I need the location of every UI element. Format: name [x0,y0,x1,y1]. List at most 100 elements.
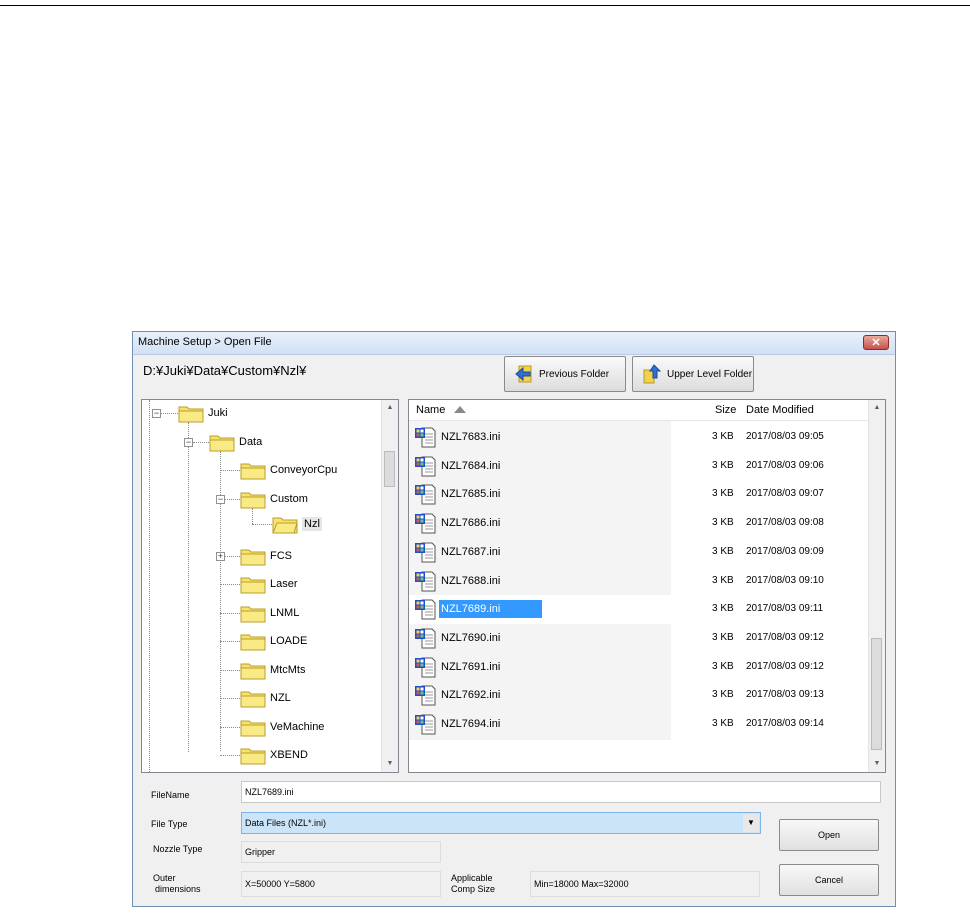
nozzle-type-label: Nozzle Type [153,844,203,854]
file-date: 2017/08/03 09:12 [746,631,824,643]
file-row[interactable]: NZL7684.ini 3 KB 2017/08/03 09:06 [409,452,869,481]
file-list[interactable]: Name Size Date Modified NZL7683.ini 3 KB 2… [408,399,886,773]
outer-dimensions-value: X=50000 Y=5800 [241,871,441,897]
tree-guide [225,556,240,557]
tree-node-mtcmts[interactable]: MtcMts [240,658,305,682]
tree-node-label: NZL [270,692,291,704]
tree-guide [220,698,240,699]
file-date: 2017/08/03 09:12 [746,660,824,672]
tree-guide [220,584,240,585]
tree-node-label: XBEND [270,749,308,761]
back-arrow-icon [515,365,532,383]
folder-icon [240,691,266,707]
column-date-header[interactable]: Date Modified [746,404,814,416]
comp-size-value: Min=18000 Max=32000 [530,871,760,897]
folder-icon [178,406,204,422]
expand-icon[interactable]: + [216,552,225,561]
column-name-header[interactable]: Name [416,404,445,416]
title-bar: Machine Setup > Open File ✕ [133,332,895,355]
filename-input[interactable]: NZL7689.ini [241,781,881,803]
tree-guide [225,499,240,500]
file-size: 3 KB [712,718,734,729]
tree-node-laser[interactable]: Laser [240,572,298,596]
tree-node-custom[interactable]: Custom [240,487,308,511]
ini-file-icon [415,456,436,477]
outer-dimensions-label-line1: Outer [153,873,176,883]
tree-node-label: MtcMts [270,664,306,676]
sort-ascending-icon [454,406,466,413]
page-top-rule [0,5,970,6]
tree-guide [220,727,240,728]
folder-tree[interactable]: − − − + Juki Data ConveyorCpu Custom Nzl… [141,399,399,773]
folder-icon [240,463,266,479]
scroll-up-icon[interactable]: ▲ [382,400,398,416]
file-row[interactable]: NZL7687.ini 3 KB 2017/08/03 09:09 [409,538,869,567]
tree-node-data[interactable]: Data [209,430,262,454]
list-header: Name Size Date Modified [409,400,869,421]
tree-guide [252,524,272,525]
close-button[interactable]: ✕ [863,335,889,350]
file-row[interactable]: NZL7692.ini 3 KB 2017/08/03 09:13 [409,681,869,710]
tree-guide [220,470,240,471]
file-row[interactable]: NZL7686.ini 3 KB 2017/08/03 09:08 [409,509,869,538]
tree-node-nzl-upper[interactable]: NZL [240,686,291,710]
file-row[interactable]: NZL7688.ini 3 KB 2017/08/03 09:10 [409,567,869,596]
file-row[interactable]: NZL7685.ini 3 KB 2017/08/03 09:07 [409,480,869,509]
tree-node-conveyorcpu[interactable]: ConveyorCpu [240,458,337,482]
tree-scrollbar[interactable]: ▲ ▼ [381,400,398,772]
nozzle-type-value: Gripper [241,841,441,863]
collapse-icon[interactable]: − [216,495,225,504]
file-row[interactable]: NZL7694.ini 3 KB 2017/08/03 09:14 [409,710,869,739]
scroll-down-icon[interactable]: ▼ [382,756,398,772]
file-name: NZL7688.ini [441,574,501,587]
file-size: 3 KB [712,431,734,442]
file-size: 3 KB [712,603,734,615]
tree-node-label: Data [239,436,263,448]
file-size: 3 KB [712,459,734,471]
tree-node-label: Custom [270,493,308,505]
up-arrow-icon [643,364,662,384]
filetype-select[interactable]: Data Files (NZL*.ini) ▼ [241,812,761,834]
file-name: NZL7691.ini [441,660,501,673]
file-size: 3 KB [712,631,734,643]
tree-node-juki[interactable]: Juki [178,401,228,425]
tree-node-vemachine[interactable]: VeMachine [240,715,324,739]
chevron-down-icon[interactable]: ▼ [743,814,759,832]
tree-guide [188,422,189,752]
column-size-header[interactable]: Size [715,404,736,416]
file-date: 2017/08/03 09:14 [746,718,824,729]
collapse-icon[interactable]: − [184,438,193,447]
file-row-selected[interactable]: NZL7689.ini 3 KB 2017/08/03 09:11 [409,595,869,625]
scroll-thumb[interactable] [871,638,882,750]
tree-node-lnml[interactable]: LNML [240,601,299,625]
ini-file-icon [415,685,436,706]
tree-node-fcs[interactable]: FCS [240,544,292,568]
tree-node-label: Juki [208,407,228,419]
tree-node-loade[interactable]: LOADE [240,629,307,653]
cancel-button[interactable]: Cancel [779,864,879,896]
tree-node-xbend[interactable]: XBEND [240,743,308,767]
tree-node-nzl-selected[interactable]: Nzl [272,512,322,536]
open-button[interactable]: Open [779,819,879,851]
collapse-icon[interactable]: − [152,409,161,418]
list-scrollbar[interactable]: ▲ ▼ [868,400,885,772]
folder-icon [240,634,266,650]
file-date: 2017/08/03 09:10 [746,574,824,586]
folder-icon [240,549,266,565]
folder-icon [240,720,266,736]
file-row[interactable]: NZL7691.ini 3 KB 2017/08/03 09:12 [409,653,869,682]
window-title: Machine Setup > Open File [138,336,272,348]
comp-size-label-line2: Comp Size [451,884,496,894]
ini-file-icon [415,628,436,649]
ini-file-icon [415,657,436,678]
file-row[interactable]: NZL7683.ini 3 KB 2017/08/03 09:05 [409,423,869,452]
folder-icon [240,748,266,764]
scroll-thumb[interactable] [384,451,395,487]
file-row[interactable]: NZL7690.ini 3 KB 2017/08/03 09:12 [409,624,869,653]
upper-level-folder-button[interactable]: Upper Level Folder [632,356,754,392]
scroll-up-icon[interactable]: ▲ [869,400,885,416]
previous-folder-button[interactable]: Previous Folder [504,356,626,392]
scroll-down-icon[interactable]: ▼ [869,756,885,772]
outer-dimensions-label: Outer dimensions [153,873,201,895]
comp-size-label-line1: Applicable [451,873,493,883]
